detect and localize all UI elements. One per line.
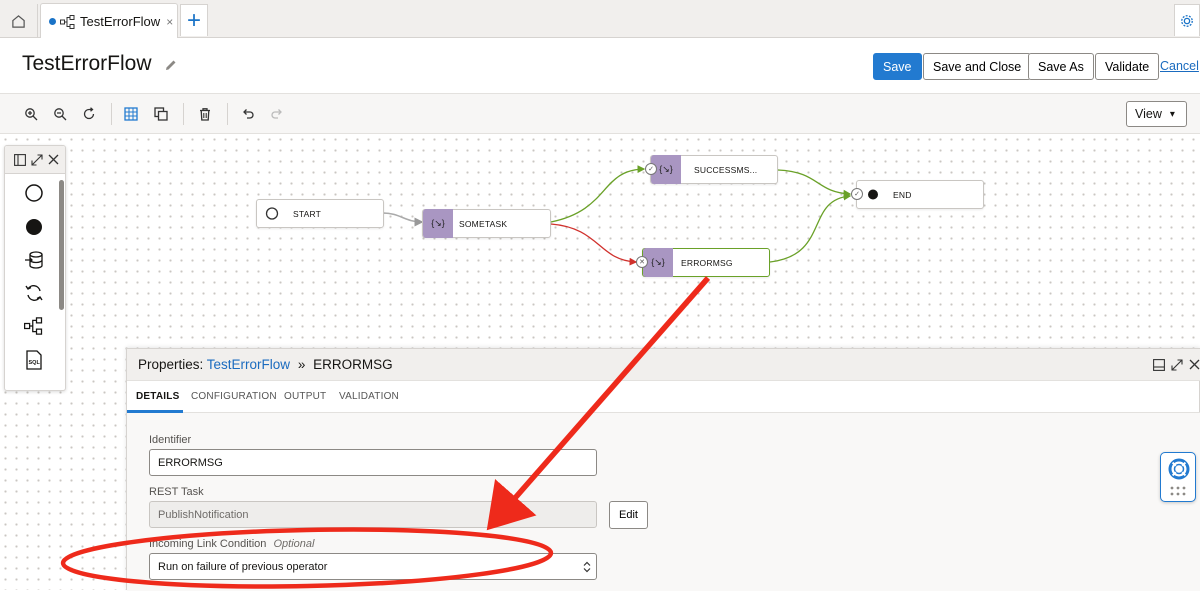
grid-dots-icon xyxy=(1170,486,1186,496)
validate-button[interactable]: Validate xyxy=(1095,53,1160,80)
properties-panel: Properties: TestErrorFlow » ERRORMSG DET… xyxy=(126,348,1200,591)
redo-icon[interactable] xyxy=(268,105,286,123)
details-form: Identifier ERRORMSG REST Task PublishNot… xyxy=(127,413,1200,591)
integration-task-icon[interactable] xyxy=(23,282,45,304)
node-label: END xyxy=(893,189,912,200)
page-title: TestErrorFlow xyxy=(22,52,152,75)
error-node[interactable]: {↘} ERRORMSG xyxy=(642,248,770,277)
toolbar-divider xyxy=(227,103,228,125)
zoom-out-icon[interactable] xyxy=(51,105,69,123)
palette-header xyxy=(5,146,65,174)
identifier-label: Identifier xyxy=(149,434,192,446)
page-header: TestErrorFlow Save Save and Close Save A… xyxy=(0,38,1200,94)
pipeline-task-icon[interactable] xyxy=(23,315,45,337)
settings-button[interactable] xyxy=(1174,4,1200,36)
failure-x-icon: ✕ xyxy=(636,256,648,268)
properties-header: Properties: TestErrorFlow » ERRORMSG xyxy=(127,349,1200,381)
select-updown-icon xyxy=(583,561,591,573)
close-icon[interactable] xyxy=(1189,359,1200,370)
undo-icon[interactable] xyxy=(239,105,257,123)
identifier-field[interactable]: ERRORMSG xyxy=(149,449,597,476)
sql-task-icon[interactable]: SQL xyxy=(23,349,45,371)
end-node[interactable]: END xyxy=(856,180,984,209)
add-tab-button[interactable]: + xyxy=(180,4,208,36)
start-operator-icon[interactable] xyxy=(23,182,45,204)
node-label: ERRORMSG xyxy=(681,257,733,268)
toolbar-divider xyxy=(111,103,112,125)
flow-breadcrumb-link[interactable]: TestErrorFlow xyxy=(207,357,290,372)
data-loader-icon[interactable] xyxy=(23,249,45,271)
canvas-toolbar: View ▾ xyxy=(0,94,1200,134)
operator-palette: SQL xyxy=(4,145,66,391)
reset-icon[interactable] xyxy=(80,105,98,123)
incoming-link-condition-select[interactable]: Run on failure of previous operator xyxy=(149,553,597,580)
selected-node-name: ERRORMSG xyxy=(313,357,393,372)
edit-button[interactable]: Edit xyxy=(609,501,648,529)
lifebuoy-icon xyxy=(1168,458,1190,480)
tab-testerrorflow[interactable]: TestErrorFlow × xyxy=(40,3,178,39)
properties-tabs: DETAILS CONFIGURATION OUTPUT VALIDATION xyxy=(127,381,1200,413)
save-and-close-button[interactable]: Save and Close xyxy=(923,53,1032,80)
rest-task-field: PublishNotification xyxy=(149,501,597,528)
start-operator-icon xyxy=(265,207,279,220)
save-button[interactable]: Save xyxy=(873,53,922,80)
copy-icon[interactable] xyxy=(152,105,170,123)
toolbar-divider xyxy=(183,103,184,125)
success-check-icon: ✓ xyxy=(645,163,657,175)
tab-bar: TestErrorFlow × + xyxy=(0,0,1200,39)
tab-output[interactable]: OUTPUT xyxy=(284,391,326,402)
grid-icon[interactable] xyxy=(122,105,140,123)
panel-toggle-icon[interactable] xyxy=(14,154,26,166)
gear-icon xyxy=(1181,14,1193,27)
success-check-icon: ✓ xyxy=(851,188,863,200)
properties-title: Properties: TestErrorFlow » ERRORMSG xyxy=(138,357,393,372)
view-label: View xyxy=(1135,107,1162,121)
optional-hint: Optional xyxy=(273,538,315,550)
tab-details[interactable]: DETAILS xyxy=(136,391,179,402)
properties-prefix: Properties: xyxy=(138,357,204,372)
palette-scrollbar[interactable] xyxy=(59,180,64,310)
save-as-button[interactable]: Save As xyxy=(1028,53,1094,80)
rest-task-icon: {↘} xyxy=(423,209,453,238)
pencil-icon[interactable] xyxy=(164,58,178,72)
condition-selected-value: Run on failure of previous operator xyxy=(158,560,328,573)
flow-icon xyxy=(60,14,75,29)
breadcrumb-separator: » xyxy=(297,357,306,372)
tab-validation[interactable]: VALIDATION xyxy=(339,391,399,402)
home-tab[interactable] xyxy=(0,4,38,38)
node-label: SUCCESSMS... xyxy=(694,164,758,175)
tab-configuration[interactable]: CONFIGURATION xyxy=(191,391,277,402)
success-node[interactable]: {↘} SUCCESSMS... xyxy=(650,155,778,184)
delete-icon[interactable] xyxy=(196,105,214,123)
dock-icon[interactable] xyxy=(1153,359,1165,371)
help-widget[interactable] xyxy=(1160,452,1196,502)
close-icon[interactable] xyxy=(48,154,59,165)
close-icon[interactable]: × xyxy=(166,15,173,29)
tab-label: TestErrorFlow xyxy=(80,14,161,29)
sometask-node[interactable]: {↘} SOMETASK xyxy=(422,209,551,238)
view-menu-button[interactable]: View ▾ xyxy=(1126,101,1187,127)
unsaved-dot-icon xyxy=(49,18,56,25)
start-node[interactable]: START xyxy=(256,199,384,228)
cancel-link[interactable]: Cancel xyxy=(1160,59,1199,73)
end-operator-icon[interactable] xyxy=(23,216,45,238)
zoom-in-icon[interactable] xyxy=(22,105,40,123)
expand-icon[interactable] xyxy=(31,154,43,166)
node-label: SOMETASK xyxy=(459,218,508,229)
chevron-down-icon: ▾ xyxy=(1169,108,1175,120)
rest-task-label: REST Task xyxy=(149,486,204,498)
svg-text:SQL: SQL xyxy=(29,360,41,366)
expand-icon[interactable] xyxy=(1171,359,1183,371)
home-icon xyxy=(12,14,25,28)
condition-label-text: Incoming Link Condition xyxy=(149,538,267,550)
condition-label: Incoming Link Condition Optional xyxy=(149,538,314,550)
node-label: START xyxy=(293,208,322,219)
